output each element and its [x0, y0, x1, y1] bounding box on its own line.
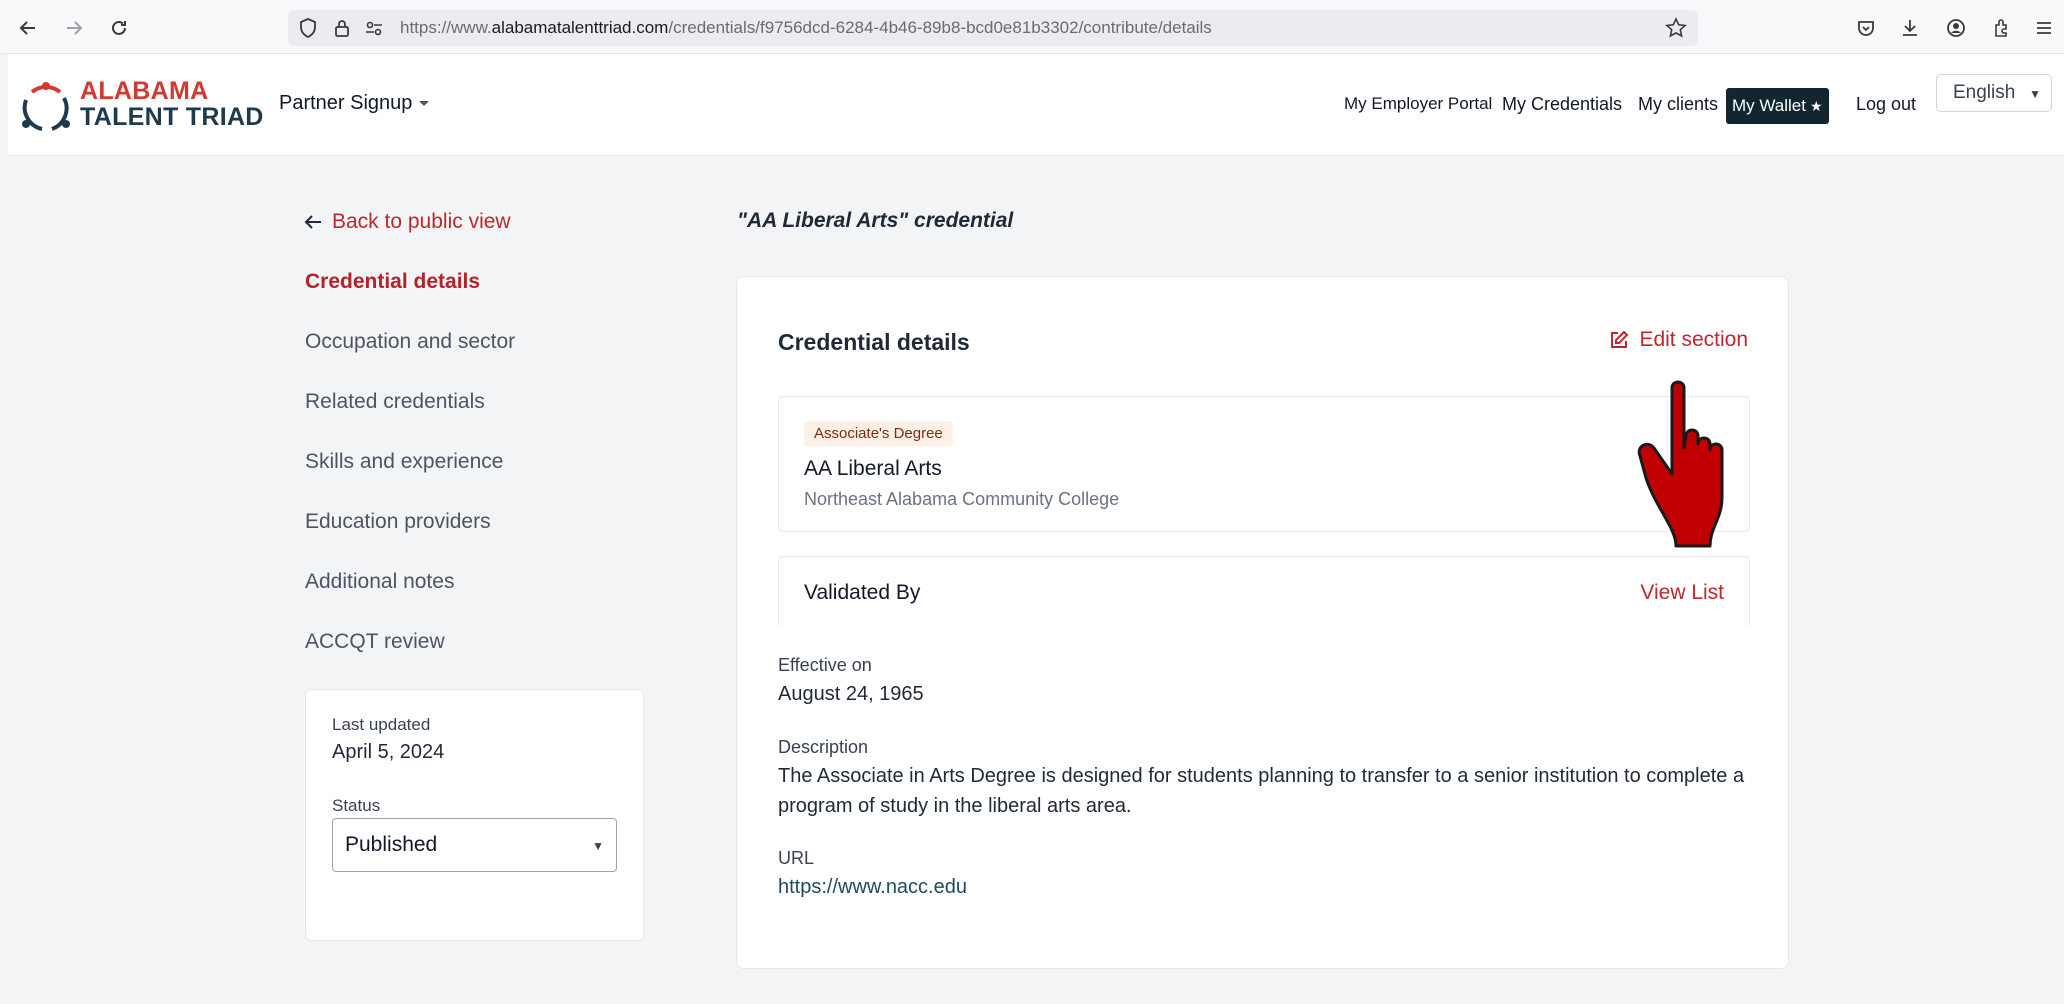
description-value: The Associate in Arts Degree is designed… [778, 765, 1745, 817]
bookmark-star-icon[interactable] [1662, 14, 1690, 42]
download-icon[interactable] [1896, 14, 1924, 42]
credential-name: AA Liberal Arts [804, 457, 942, 480]
page-title: "AA Liberal Arts" credential [737, 209, 1014, 232]
pocket-icon[interactable] [1852, 14, 1880, 42]
status-select[interactable]: Published ▼ [332, 818, 617, 872]
my-wallet-label: My Wallet [1732, 96, 1806, 115]
alabama-talent-triad-logo[interactable]: ALABAMA TALENT TRIAD [18, 76, 268, 136]
my-wallet-button[interactable]: My Wallet ★ [1726, 88, 1829, 124]
validated-by-title: Validated By [804, 581, 921, 604]
arrow-left-icon [304, 215, 321, 229]
url-link[interactable]: https://www.nacc.edu [778, 872, 1748, 902]
credential-details-card: Credential details Edit section Associat… [736, 276, 1789, 969]
sidebar-item-education-providers[interactable]: Education providers [305, 510, 491, 534]
description-label: Description [778, 737, 869, 757]
sidebar-item-skills-experience[interactable]: Skills and experience [305, 450, 503, 474]
last-updated-value: April 5, 2024 [332, 741, 445, 763]
sidebar-item-accqt-review[interactable]: ACCQT review [305, 630, 445, 654]
language-value: English [1953, 82, 2016, 103]
back-link-label: Back to public view [332, 210, 511, 233]
logout-link[interactable]: Log out [1856, 94, 1916, 115]
nav-employer-portal[interactable]: My Employer Portal [1344, 94, 1492, 114]
sidebar-item-occupation-sector[interactable]: Occupation and sector [305, 330, 515, 354]
effective-on-value: August 24, 1965 [778, 683, 924, 705]
logo-wordmark: ALABAMA TALENT TRIAD [80, 77, 264, 131]
chevron-down-icon [419, 100, 430, 106]
address-bar[interactable]: https://www.alabamatalenttriad.com/crede… [288, 10, 1698, 46]
site-header: ALABAMA TALENT TRIAD Partner Signup My E… [8, 54, 2064, 156]
credential-summary: Associate's Degree AA Liberal Arts North… [778, 396, 1750, 532]
edit-icon [1611, 330, 1629, 348]
status-value: Published [345, 833, 438, 856]
credential-college: Northeast Alabama Community College [804, 489, 1120, 509]
star-icon: ★ [1810, 97, 1823, 114]
sidebar-item-credential-details[interactable]: Credential details [305, 270, 480, 294]
sidebar-item-related-credentials[interactable]: Related credentials [305, 390, 485, 414]
back-to-public-view-link[interactable]: Back to public view [304, 210, 511, 234]
language-select[interactable]: English ▼ [1936, 74, 2052, 112]
shield-icon[interactable] [294, 14, 322, 42]
permissions-icon[interactable] [360, 14, 388, 42]
lock-icon[interactable] [328, 14, 356, 42]
edit-section-label: Edit section [1639, 328, 1748, 351]
partner-signup-dropdown[interactable]: Partner Signup [279, 92, 430, 115]
hand-pointer-icon [1637, 380, 1724, 548]
sidebar-item-additional-notes[interactable]: Additional notes [305, 570, 454, 594]
effective-on-label: Effective on [778, 655, 872, 675]
caret-down-icon: ▼ [2029, 87, 2041, 101]
url-label: URL [778, 848, 815, 868]
validated-by-panel: Validated By View List [778, 556, 1750, 626]
reload-icon[interactable] [105, 14, 133, 42]
card-title: Credential details [778, 329, 970, 355]
caret-down-icon: ▼ [592, 839, 604, 853]
credential-type-badge: Associate's Degree [804, 421, 953, 446]
back-arrow-icon[interactable] [14, 14, 42, 42]
edit-section-button[interactable]: Edit section [1609, 328, 1748, 352]
forward-arrow-icon[interactable] [60, 14, 88, 42]
browser-toolbar: https://www.alabamatalenttriad.com/crede… [0, 0, 2064, 54]
partner-signup-label: Partner Signup [279, 92, 413, 114]
menu-icon[interactable] [2030, 14, 2058, 42]
last-updated-label: Last updated [332, 715, 431, 734]
nav-my-clients[interactable]: My clients [1638, 94, 1718, 115]
nav-my-credentials[interactable]: My Credentials [1502, 94, 1622, 115]
status-card: Last updated April 5, 2024 Status Publis… [305, 689, 644, 941]
url-text: https://www.alabamatalenttriad.com/crede… [400, 18, 1212, 37]
view-list-link[interactable]: View List [1640, 581, 1724, 605]
account-icon[interactable] [1942, 14, 1970, 42]
extensions-icon[interactable] [1988, 14, 2016, 42]
status-label: Status [332, 796, 381, 815]
logo-triad-icon [22, 82, 70, 131]
